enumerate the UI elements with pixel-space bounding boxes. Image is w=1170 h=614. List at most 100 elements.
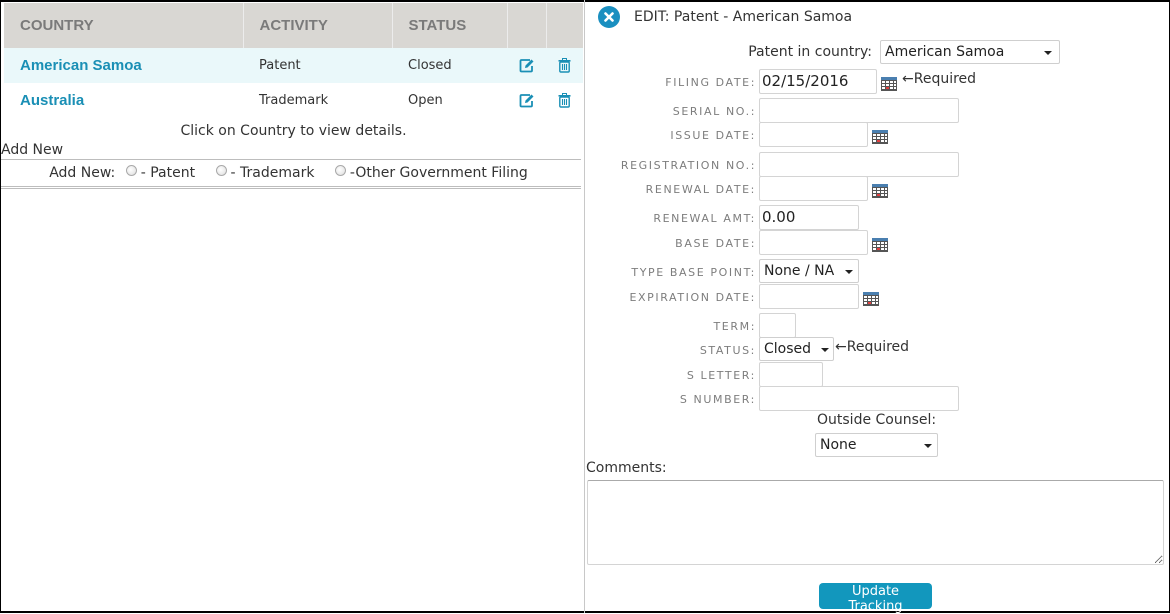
registration-no-row: REGISTRATION NO.: bbox=[586, 152, 1168, 177]
click-hint: Click on Country to view details. bbox=[180, 123, 407, 139]
type-base-point-value: None / NA bbox=[764, 263, 835, 279]
add-new-prompt: Add New: bbox=[49, 165, 116, 181]
add-other-filing-option[interactable]: -Other Government Filing bbox=[329, 165, 528, 181]
close-circle-icon[interactable] bbox=[604, 12, 614, 22]
term-row: TERM: bbox=[586, 313, 1168, 338]
serial-no-input[interactable] bbox=[759, 98, 959, 123]
table-header-row: COUNTRY ACTIVITY STATUS bbox=[4, 3, 583, 48]
s-letter-row: S LETTER: bbox=[586, 362, 1168, 387]
serial-no-row: SERIAL NO.: bbox=[586, 98, 1168, 123]
base-date-row: BASE DATE: bbox=[586, 230, 1168, 255]
edit-header: EDIT: Patent - American Samoa bbox=[598, 5, 852, 29]
issue-date-input[interactable] bbox=[759, 122, 868, 147]
filing-date-required: ←Required bbox=[902, 71, 977, 87]
country-row: Patent in country: American Samoa bbox=[586, 40, 1168, 64]
status-cell: Open bbox=[408, 93, 443, 108]
chevron-down-icon bbox=[1044, 51, 1052, 55]
other-filing-radio[interactable] bbox=[334, 165, 346, 176]
issue-date-label: ISSUE DATE: bbox=[670, 129, 756, 142]
add-new-options: Add New: - Patent - Trademark -Other Gov… bbox=[4, 160, 583, 186]
other-filing-radio-label: -Other Government Filing bbox=[349, 165, 528, 181]
edit-button[interactable] bbox=[507, 48, 546, 83]
calendar-icon[interactable] bbox=[872, 184, 888, 198]
comments-textarea[interactable] bbox=[587, 480, 1164, 565]
renewal-amt-row: RENEWAL AMT: 0.00 bbox=[586, 205, 1168, 230]
status-row: STATUS: Closed ←Required bbox=[586, 337, 1168, 362]
edit-title: EDIT: Patent - American Samoa bbox=[634, 9, 853, 25]
calendar-icon[interactable] bbox=[881, 77, 897, 91]
divider bbox=[1, 186, 581, 189]
chevron-down-icon bbox=[845, 270, 853, 274]
country-select-value: American Samoa bbox=[885, 44, 1005, 60]
renewal-date-input[interactable] bbox=[759, 176, 868, 201]
column-header-activity[interactable]: ACTIVITY bbox=[243, 3, 393, 48]
edit-icon[interactable] bbox=[519, 58, 535, 73]
expiration-date-input[interactable] bbox=[759, 284, 859, 309]
status-label: STATUS: bbox=[699, 344, 756, 357]
calendar-icon[interactable] bbox=[872, 130, 888, 144]
add-trademark-option[interactable]: - Trademark bbox=[210, 165, 315, 181]
status-select[interactable]: Closed bbox=[759, 337, 834, 361]
status-select-value: Closed bbox=[764, 341, 812, 357]
term-label: TERM: bbox=[713, 320, 756, 333]
activity-cell: Trademark bbox=[259, 93, 329, 108]
country-link[interactable]: Australia bbox=[20, 92, 84, 109]
delete-button[interactable] bbox=[546, 48, 583, 83]
column-header-delete bbox=[546, 3, 583, 48]
filing-date-label: FILING DATE: bbox=[665, 76, 756, 89]
patent-radio[interactable] bbox=[125, 165, 137, 176]
trash-icon[interactable] bbox=[558, 58, 571, 73]
calendar-icon[interactable] bbox=[872, 238, 888, 252]
chevron-down-icon bbox=[924, 444, 932, 448]
renewal-amt-label: RENEWAL AMT: bbox=[653, 212, 756, 225]
status-required: ←Required bbox=[835, 339, 910, 355]
edit-icon[interactable] bbox=[519, 93, 535, 108]
outside-counsel-value: None bbox=[820, 437, 857, 453]
term-input[interactable] bbox=[759, 313, 796, 338]
patent-radio-label: - Patent bbox=[140, 165, 196, 181]
status-cell: Closed bbox=[392, 48, 507, 83]
s-letter-label: S LETTER: bbox=[686, 369, 756, 382]
expiration-date-row: EXPIRATION DATE: bbox=[586, 284, 1168, 309]
column-header-status[interactable]: STATUS bbox=[392, 3, 508, 48]
table-row: Australia Trademark Open bbox=[4, 83, 583, 118]
table-row: American Samoa Patent Closed bbox=[4, 48, 583, 83]
country-select[interactable]: American Samoa bbox=[880, 40, 1060, 64]
registration-no-input[interactable] bbox=[759, 152, 959, 177]
delete-button[interactable] bbox=[546, 83, 583, 118]
base-date-label: BASE DATE: bbox=[675, 237, 756, 250]
calendar-icon[interactable] bbox=[863, 292, 879, 306]
add-patent-option[interactable]: - Patent bbox=[120, 165, 195, 181]
country-link[interactable]: American Samoa bbox=[20, 57, 142, 74]
activity-cell: Patent bbox=[243, 48, 392, 83]
serial-no-label: SERIAL NO.: bbox=[672, 105, 756, 118]
registration-no-label: REGISTRATION NO.: bbox=[620, 159, 756, 172]
pane-divider bbox=[584, 0, 585, 613]
s-number-label: S NUMBER: bbox=[679, 393, 756, 406]
filing-date-row: FILING DATE: 02/15/2016 ←Required bbox=[586, 69, 1168, 94]
renewal-date-row: RENEWAL DATE: bbox=[586, 176, 1168, 201]
edit-pane: EDIT: Patent - American Samoa Patent in … bbox=[586, 0, 1168, 614]
s-number-row: S NUMBER: bbox=[586, 386, 1168, 411]
issue-date-row: ISSUE DATE: bbox=[586, 122, 1168, 147]
s-number-input[interactable] bbox=[759, 386, 959, 411]
outside-counsel-select[interactable]: None bbox=[815, 433, 938, 457]
update-tracking-button[interactable]: Update Tracking bbox=[819, 583, 932, 614]
trash-icon[interactable] bbox=[558, 93, 571, 108]
outside-counsel-label: Outside Counsel: bbox=[817, 412, 937, 428]
base-date-input[interactable] bbox=[759, 230, 868, 255]
close-button[interactable] bbox=[598, 6, 620, 28]
filing-date-input[interactable]: 02/15/2016 bbox=[759, 69, 877, 94]
type-base-point-select[interactable]: None / NA bbox=[759, 259, 859, 283]
renewal-amt-input[interactable]: 0.00 bbox=[759, 205, 859, 230]
s-letter-input[interactable] bbox=[759, 362, 823, 387]
trademark-radio-label: - Trademark bbox=[230, 165, 315, 181]
type-base-point-label: TYPE BASE POINT: bbox=[631, 266, 756, 279]
add-new-heading: Add New bbox=[1, 142, 64, 158]
tracking-list-pane: COUNTRY ACTIVITY STATUS American Samoa P… bbox=[1, 3, 583, 189]
trademark-radio[interactable] bbox=[215, 165, 227, 176]
edit-button[interactable] bbox=[507, 83, 546, 118]
country-label: Patent in country: bbox=[748, 44, 872, 60]
column-header-country[interactable]: COUNTRY bbox=[4, 3, 244, 48]
expiration-date-label: EXPIRATION DATE: bbox=[629, 291, 756, 304]
